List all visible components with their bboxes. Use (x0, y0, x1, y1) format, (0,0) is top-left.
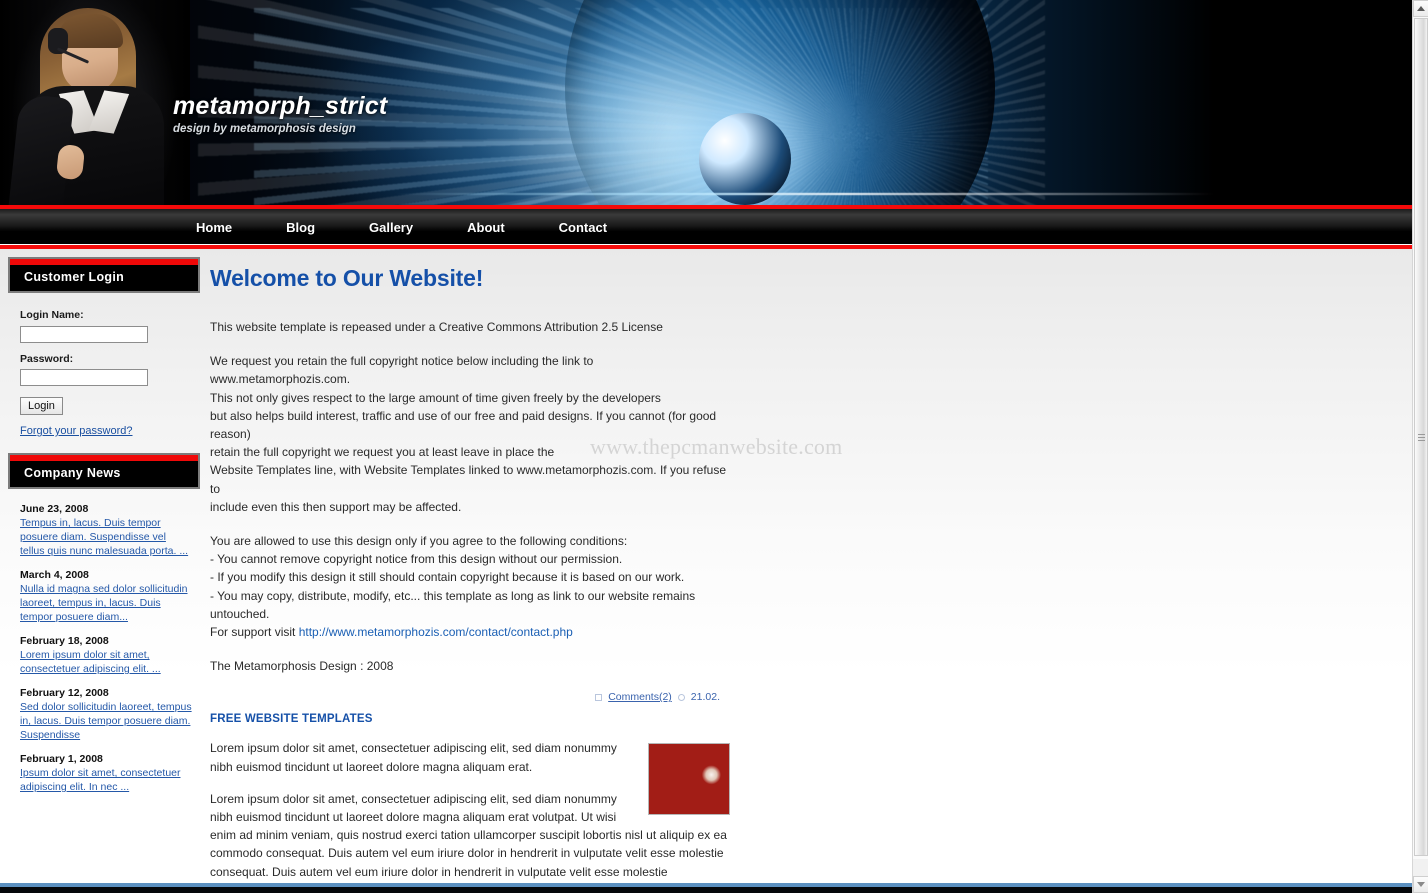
nav-item-contact[interactable]: Contact (559, 220, 607, 235)
news-item: February 18, 2008 Lorem ipsum dolor sit … (20, 635, 192, 676)
website-page: metamorph_strict design by metamorphosis… (0, 0, 1412, 893)
customer-login-form: Login Name: Password: Login Forgot your … (8, 297, 200, 437)
post-meta-row-top: Comments(2) 21.02. (210, 691, 720, 703)
license-paragraph: This website template is repeased under … (210, 320, 663, 334)
login-name-label: Login Name: (20, 309, 84, 321)
password-label: Password: (20, 352, 74, 365)
horizon-light-line (395, 192, 1215, 195)
nav-item-about[interactable]: About (467, 220, 505, 235)
support-prefix-text: For support visit (210, 625, 299, 640)
news-item-date: February 12, 2008 (20, 687, 109, 699)
left-sidebar: Customer Login Login Name: Password: Log… (0, 249, 200, 805)
news-item: February 1, 2008 Ipsum dolor sit amet, c… (20, 753, 192, 794)
red-fractal-thumbnail[interactable] (648, 743, 730, 816)
news-item-link[interactable]: Lorem ipsum dolor sit amet, consectetuer… (20, 648, 192, 676)
company-news-title: Company News (24, 466, 121, 480)
nav-item-home[interactable]: Home (196, 220, 232, 235)
footer-rule (0, 883, 1412, 893)
nav-links-container: Home Blog Gallery About Contact (0, 209, 1412, 245)
post-title-free-website-templates: FREE WEBSITE TEMPLATES (210, 713, 373, 726)
panel-red-accent (10, 259, 198, 265)
login-submit-button[interactable]: Login (20, 397, 63, 415)
company-news-panel-header: Company News (8, 453, 200, 489)
support-contact-link[interactable]: http://www.metamorphozis.com/contact/con… (299, 625, 573, 639)
grip-lines-icon (1417, 432, 1425, 443)
scroll-up-button[interactable] (1413, 0, 1428, 17)
news-item-link[interactable]: Ipsum dolor sit amet, consectetuer adipi… (20, 766, 192, 794)
clock-icon (677, 693, 685, 701)
post-body-free-website-templates: Lorem ipsum dolor sit amet, consectetuer… (210, 739, 730, 893)
scroll-down-button[interactable] (1413, 876, 1428, 893)
post-time: 21.02. (690, 691, 720, 704)
page-content-area: Customer Login Login Name: Password: Log… (0, 249, 1412, 893)
nav-item-blog[interactable]: Blog (286, 220, 315, 235)
site-title: metamorph_strict (173, 92, 388, 120)
password-input[interactable] (20, 369, 148, 386)
primary-navigation-bar: Home Blog Gallery About Contact (0, 205, 1412, 249)
vertical-scrollbar[interactable] (1412, 0, 1428, 893)
login-name-input[interactable] (20, 325, 148, 343)
news-item-date: March 4, 2008 (20, 569, 89, 581)
browser-viewport: metamorph_strict design by metamorphosis… (0, 0, 1428, 893)
news-item-link[interactable]: Tempus in, lacus. Duis tempor posuere di… (20, 516, 192, 558)
news-item-date: June 23, 2008 (20, 503, 89, 515)
conditions-paragraph: You are allowed to use this design only … (210, 534, 696, 621)
news-item: March 4, 2008 Nulla id magna sed dolor s… (20, 569, 192, 624)
site-tagline: design by metamorphosis design (173, 123, 356, 135)
page-title: Welcome to Our Website! (210, 265, 484, 291)
customer-login-title: Customer Login (24, 270, 125, 284)
site-header-banner: metamorph_strict design by metamorphosis… (0, 0, 1412, 205)
comments-link[interactable]: Comments(2) (608, 691, 672, 703)
news-item: June 23, 2008 Tempus in, lacus. Duis tem… (20, 503, 192, 558)
support-line: For support visit http://www.metamorphoz… (210, 623, 730, 641)
call-center-agent-photo (0, 0, 190, 205)
scrollbar-track[interactable] (1413, 17, 1428, 859)
photo-arm (7, 93, 86, 205)
footer-dark-line (0, 887, 1412, 893)
company-news-list: June 23, 2008 Tempus in, lacus. Duis tem… (8, 493, 200, 794)
news-item-date: February 18, 2008 (20, 635, 109, 647)
comment-bubble-icon (595, 693, 603, 701)
forgot-password-link[interactable]: Forgot your password? (20, 425, 200, 437)
news-item-link[interactable]: Nulla id magna sed dolor sollicitudin la… (20, 582, 192, 624)
panel-red-accent (10, 455, 198, 461)
main-content-column: Welcome to Our Website! This website tem… (200, 249, 1412, 893)
customer-login-panel-header: Customer Login (8, 257, 200, 293)
chevron-up-icon (1417, 6, 1425, 11)
design-signature: The Metamorphosis Design : 2008 (210, 659, 394, 674)
moon-graphic (698, 112, 791, 205)
news-item-link[interactable]: Sed dolor sollicitudin laoreet, tempus i… (20, 700, 192, 742)
chevron-down-icon (1417, 882, 1425, 887)
nav-item-gallery[interactable]: Gallery (369, 220, 413, 235)
copyright-paragraph: We request you retain the full copyright… (210, 354, 727, 514)
news-item-date: February 1, 2008 (20, 753, 103, 765)
news-item: February 12, 2008 Sed dolor sollicitudin… (20, 687, 192, 742)
scrollbar-thumb[interactable] (1414, 18, 1428, 856)
